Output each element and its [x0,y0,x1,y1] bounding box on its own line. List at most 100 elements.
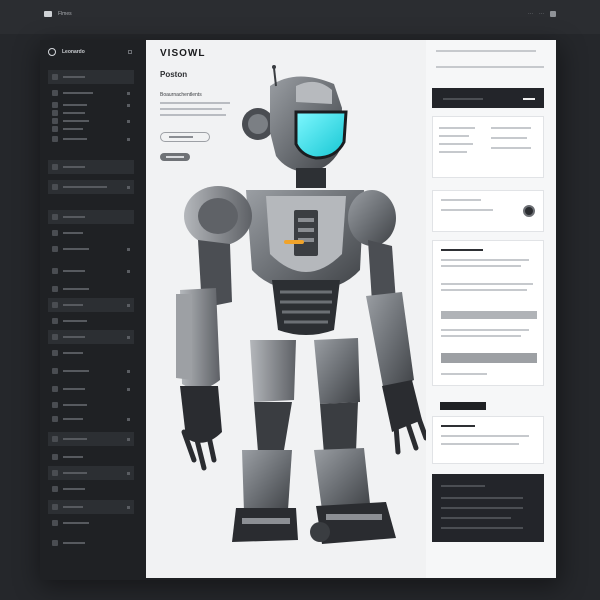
progress-bar-2[interactable] [441,353,537,363]
brand-logo-icon [44,11,52,17]
item-badge-icon [127,185,130,189]
item-icon [52,164,58,170]
sidebar: Leonardo [40,40,140,580]
item-label [63,76,85,78]
item-label [63,166,85,168]
sidebar-item[interactable] [48,482,134,496]
item-icon [52,302,58,308]
sidebar-item[interactable] [48,450,134,464]
sidebar-item[interactable] [48,242,134,256]
sidebar-item[interactable] [48,398,134,412]
record-icon[interactable] [523,205,535,217]
item-label [63,370,89,372]
item-icon [52,318,58,324]
sidebar-item[interactable] [48,282,134,296]
sidebar-item[interactable] [48,210,134,224]
item-badge-icon [127,269,130,273]
sidebar-header[interactable]: Leonardo [48,48,85,56]
item-label [63,388,85,390]
item-label [63,542,85,544]
user-icon[interactable] [550,11,556,17]
sidebar-item[interactable] [48,500,134,514]
item-label [63,232,83,234]
top-brand[interactable]: Flmes [44,11,72,17]
item-label [63,186,107,188]
item-label [63,404,87,406]
item-icon [52,486,58,492]
item-label [63,456,83,458]
item-icon [52,386,58,392]
item-icon [52,436,58,442]
item-label [63,352,83,354]
item-label [63,522,89,524]
media-card [432,190,544,232]
item-label [63,488,85,490]
accent-light [284,240,304,244]
item-label [63,506,83,508]
item-icon [52,350,58,356]
sidebar-title: Leonardo [62,49,85,55]
sidebar-item[interactable] [48,536,134,550]
sidebar-item[interactable] [48,264,134,278]
item-badge-icon [127,387,130,391]
item-icon [52,454,58,460]
robot-illustration [176,65,426,544]
item-label [63,320,87,322]
right-panel [426,40,556,578]
item-label [63,438,87,440]
item-icon [52,402,58,408]
settings-card [432,116,544,178]
footer-card [432,474,544,542]
top-menu-item[interactable]: ··· [539,11,544,17]
item-label [63,270,85,272]
header-bar [432,88,544,108]
robot-right-arm [366,240,426,455]
robot-head [242,65,348,172]
item-icon [52,246,58,252]
brand-label: Flmes [58,11,72,17]
top-right-menu: ··· ··· [528,11,556,17]
item-badge-icon [127,335,130,339]
item-label [63,138,87,140]
item-icon [52,74,58,80]
robot-left-arm [176,240,232,471]
sidebar-item[interactable] [48,364,134,378]
sidebar-item[interactable] [48,346,134,360]
item-icon [52,268,58,274]
item-label [63,288,89,290]
sidebar-item[interactable] [48,132,134,146]
notes-card [432,416,544,464]
item-label [63,304,83,306]
sidebar-item[interactable] [48,298,134,312]
collapse-icon[interactable] [128,50,132,54]
robot-torso [246,190,364,335]
action-button[interactable] [440,402,486,410]
main-canvas: VISOWL Poston Boaurnachentlents [146,40,426,578]
sidebar-item[interactable] [48,432,134,446]
item-icon [52,334,58,340]
item-badge-icon [127,303,130,307]
item-label [63,418,83,420]
sidebar-item[interactable] [48,382,134,396]
item-icon [52,470,58,476]
item-label [63,248,89,250]
sidebar-item[interactable] [48,412,134,426]
sidebar-item[interactable] [48,330,134,344]
top-menu-item[interactable]: ··· [528,11,533,17]
sidebar-item[interactable] [48,70,134,84]
item-icon [52,184,58,190]
sidebar-item[interactable] [48,180,134,194]
progress-bar-1[interactable] [441,311,537,319]
sidebar-logo-icon [48,48,56,56]
item-label [63,128,83,130]
sidebar-item[interactable] [48,516,134,530]
item-icon [52,230,58,236]
sidebar-item[interactable] [48,314,134,328]
item-label [63,216,85,218]
item-icon [52,504,58,510]
item-badge-icon [127,417,130,421]
sidebar-item[interactable] [48,226,134,240]
robot-left-leg [232,340,298,542]
sidebar-item[interactable] [48,466,134,480]
sidebar-item[interactable] [48,160,134,174]
